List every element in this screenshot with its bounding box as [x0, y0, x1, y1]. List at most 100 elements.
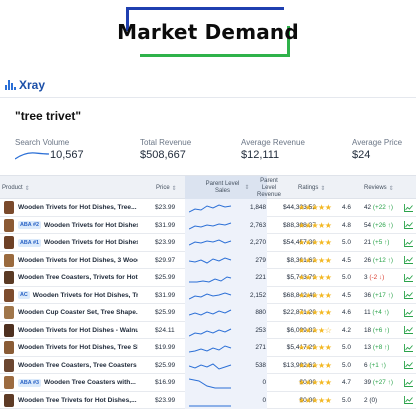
product-thumbnail[interactable]	[2, 374, 16, 392]
product-title: Wooden Trivets for Hot Dishes,...	[43, 221, 138, 229]
stat-label: Total Revenue	[140, 138, 192, 147]
review-count: 42	[364, 204, 372, 212]
table-row[interactable]: Wooden Trivets for Hot Dishes - Walnut..…	[0, 321, 416, 340]
reviews-cell: 42 (+22 ↑)	[364, 199, 400, 217]
product-title-link[interactable]: Wooden Trivets for Hot Dishes, Tree Sha.…	[18, 339, 138, 357]
table-row[interactable]: Wooden Tree Coasters, Tree Coasters S...…	[0, 356, 416, 375]
sales-sparkline	[189, 309, 232, 316]
table-row[interactable]: Wooden Trivets for Hot Dishes, Tree... $…	[0, 199, 416, 217]
table-row[interactable]: AC Wooden Trivets for Hot Dishes, Tree..…	[0, 286, 416, 305]
app-toolbar: Xray	[0, 72, 416, 98]
trend-chart-icon[interactable]	[402, 252, 414, 270]
column-header-product[interactable]: Product ⇕	[2, 176, 62, 200]
product-image	[4, 376, 14, 390]
table-row[interactable]: Wooden Trivets for Hot Dishes, 3 Woode..…	[0, 251, 416, 270]
sales-value: 880	[255, 309, 266, 316]
product-image	[4, 393, 14, 407]
sales-value: 279	[255, 256, 266, 264]
trend-chart-icon[interactable]	[402, 287, 414, 305]
product-thumbnail[interactable]	[2, 234, 16, 252]
rating-value: 4.5	[342, 256, 351, 264]
product-thumbnail[interactable]	[2, 287, 16, 305]
table-row[interactable]: Wooden Tree Trivets for Hot Dishes,... $…	[0, 391, 416, 410]
column-header-reviews[interactable]: Reviews ⇕	[364, 176, 408, 200]
trend-chart-icon[interactable]	[402, 339, 414, 357]
table-row[interactable]: ABA #3 Wooden Tree Coasters with... $16.…	[0, 374, 416, 392]
trend-chart-icon[interactable]	[402, 374, 414, 392]
sales-value: 1,848	[250, 204, 266, 211]
review-count: 2	[364, 396, 368, 404]
trend-chart-icon[interactable]	[402, 304, 414, 322]
product-thumbnail[interactable]	[2, 392, 16, 410]
sales-value: 2,763	[250, 221, 266, 229]
rating-value: 5.0	[342, 396, 351, 404]
table-row[interactable]: ABA #1 Wooden Trivets for Hot Dishes,...…	[0, 234, 416, 252]
trend-chart-icon[interactable]	[402, 217, 414, 235]
product-image	[4, 218, 14, 232]
product-title-link[interactable]: Wooden Trivets for Hot Dishes, Tree...	[18, 199, 138, 217]
header-banner: Market Demand	[0, 0, 416, 70]
sales-cell: 0	[185, 391, 267, 409]
star-rating-icon: ★★★★☆	[298, 325, 332, 335]
rating-value: 5.0	[342, 361, 351, 369]
sales-cell: 2,270	[185, 234, 267, 252]
product-title-link[interactable]: Wooden Trivets for Hot Dishes, 3 Woode..…	[18, 252, 138, 270]
stat-value: 10,567	[50, 149, 84, 161]
product-thumbnail[interactable]	[2, 339, 16, 357]
star-rating-icon: ★★★★★	[298, 220, 332, 230]
stat-label: Average Price	[352, 138, 403, 147]
frame-accent-blue-top	[126, 7, 284, 10]
product-title-link[interactable]: ABA #2 Wooden Trivets for Hot Dishes,...	[18, 217, 138, 235]
search-volume-sparkline	[15, 152, 49, 160]
product-title: Wooden Trivets for Hot Dishes, 3 Woode..…	[18, 256, 138, 264]
trend-chart-icon[interactable]	[402, 234, 414, 252]
reviews-cell: 18 (+6 ↑)	[364, 322, 400, 340]
product-price: $16.99	[155, 379, 176, 387]
product-thumbnail[interactable]	[2, 252, 16, 270]
product-title-link[interactable]: Wooden Cup Coaster Set, Tree Shape...	[18, 304, 138, 322]
table-row[interactable]: Wooden Tree Coasters, Trivets for Hot...…	[0, 269, 416, 287]
sort-icon: ⇕	[320, 185, 326, 192]
product-thumbnail[interactable]	[2, 217, 16, 235]
star-rating-icon: ★★★★★	[298, 308, 332, 318]
stat-average-price: Average Price $24	[352, 138, 402, 161]
product-thumbnail[interactable]	[2, 199, 16, 217]
column-header-revenue[interactable]: Parent Level Revenue	[254, 176, 284, 200]
product-title-link[interactable]: ABA #3 Wooden Tree Coasters with...	[18, 374, 138, 392]
trend-chart-icon[interactable]	[402, 392, 414, 410]
product-price: $19.99	[155, 344, 176, 352]
star-rating-icon: ★★★★★	[298, 360, 332, 370]
product-title-link[interactable]: Wooden Trivets for Hot Dishes - Walnut..…	[18, 322, 138, 340]
table-row[interactable]: Wooden Trivets for Hot Dishes, Tree Sha.…	[0, 339, 416, 357]
table-row[interactable]: Wooden Cup Coaster Set, Tree Shape... $2…	[0, 304, 416, 322]
sales-cell: 271	[185, 339, 267, 357]
product-title-link[interactable]: AC Wooden Trivets for Hot Dishes, Tree..…	[18, 287, 138, 305]
product-thumbnail[interactable]	[2, 269, 16, 287]
product-title-link[interactable]: ABA #1 Wooden Trivets for Hot Dishes,...	[18, 234, 138, 252]
trend-chart-icon[interactable]	[402, 269, 414, 287]
review-delta: (+4 ↑)	[372, 309, 389, 317]
trend-chart-icon[interactable]	[402, 199, 414, 217]
product-title-link[interactable]: Wooden Tree Coasters, Tree Coasters S...	[18, 357, 138, 375]
trend-chart-icon[interactable]	[402, 357, 414, 375]
column-header-ratings[interactable]: Ratings ⇕	[298, 176, 342, 200]
rating-value: 4.7	[342, 379, 351, 387]
column-header-price[interactable]: Price ⇕	[156, 176, 184, 200]
stat-label: Average Revenue	[241, 138, 305, 147]
product-thumbnail[interactable]	[2, 322, 16, 340]
product-badge: ABA #1	[18, 238, 41, 247]
table-body: Wooden Trivets for Hot Dishes, Tree... $…	[0, 199, 416, 409]
product-title-link[interactable]: Wooden Tree Trivets for Hot Dishes,...	[18, 392, 138, 410]
sales-sparkline	[189, 345, 232, 353]
product-badge: ABA #2	[18, 221, 41, 230]
search-query: "tree trivet"	[15, 109, 82, 123]
app-name: Xray	[19, 78, 46, 92]
table-row[interactable]: ABA #2 Wooden Trivets for Hot Dishes,...…	[0, 216, 416, 235]
sales-value: 2,152	[250, 291, 266, 299]
sales-value: 221	[255, 274, 266, 281]
product-thumbnail[interactable]	[2, 357, 16, 375]
product-title-link[interactable]: Wooden Tree Coasters, Trivets for Hot...	[18, 269, 138, 287]
star-rating-icon: ★★★★★	[298, 290, 332, 300]
trend-chart-icon[interactable]	[402, 322, 414, 340]
product-thumbnail[interactable]	[2, 304, 16, 322]
